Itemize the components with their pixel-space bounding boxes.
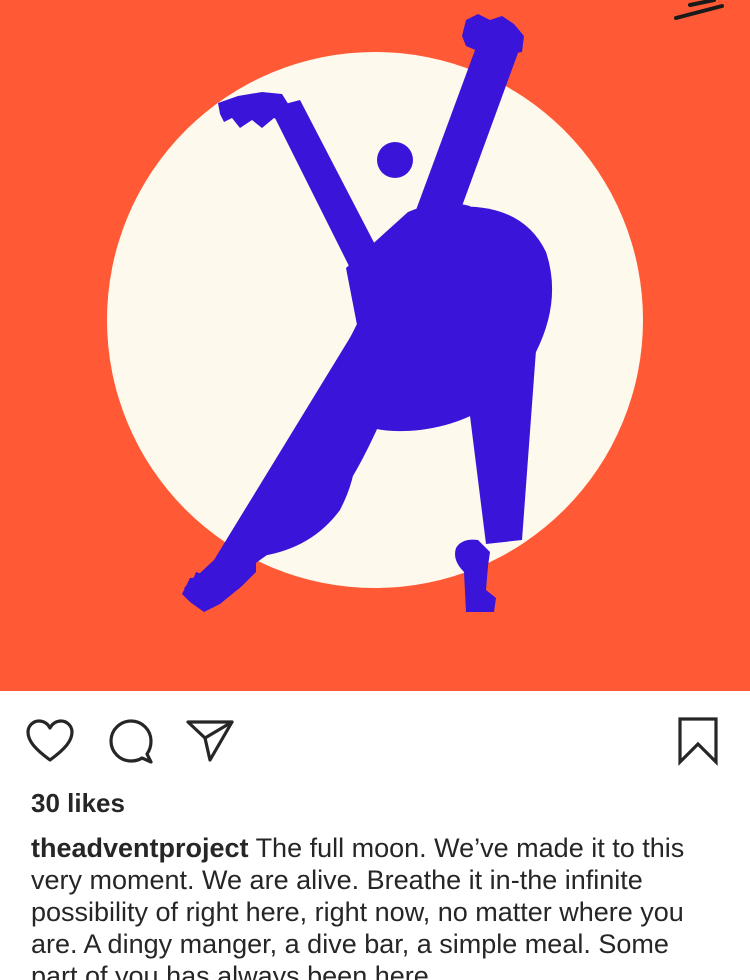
save-button[interactable]: [670, 713, 726, 769]
share-button[interactable]: [182, 713, 238, 769]
heart-icon: [26, 719, 74, 762]
post-image[interactable]: [0, 0, 750, 691]
comment-bubble-icon: [109, 719, 153, 764]
likes-count[interactable]: 30 likes: [31, 787, 125, 819]
figure-head: [377, 142, 413, 178]
post-caption: theadventproject The full moon. We’ve ma…: [31, 832, 721, 980]
dancing-figure-illustration: [0, 0, 750, 691]
paper-plane-icon: [186, 720, 234, 762]
like-button[interactable]: [22, 713, 78, 769]
comment-button[interactable]: [103, 713, 159, 769]
bookmark-icon: [678, 717, 718, 766]
caption-username[interactable]: theadventproject: [31, 833, 249, 863]
post-action-bar: [0, 691, 750, 785]
